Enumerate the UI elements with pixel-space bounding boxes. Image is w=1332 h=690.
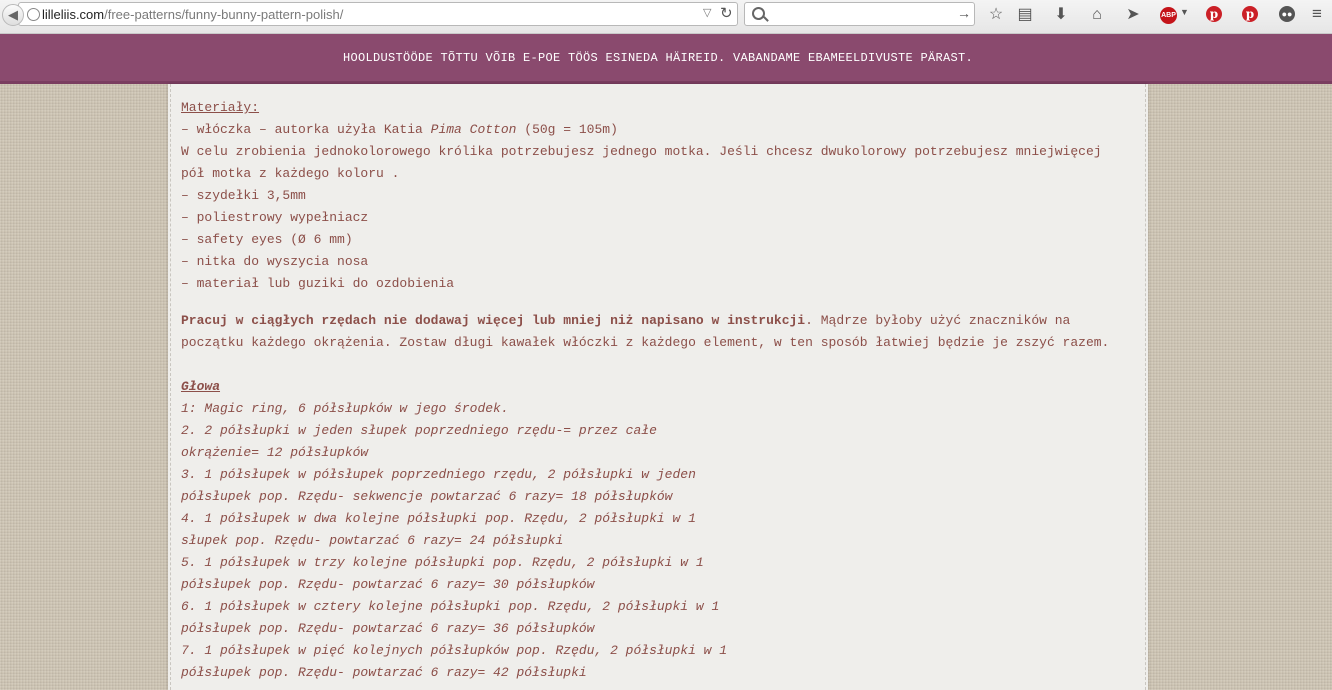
banner-text: HOOLDUSTÖÖDE TÕTTU VÕIB E-POE TÖÖS ESINE… [342,51,974,65]
head-row: okrążenie= 12 półsłupków [181,445,369,460]
site-identity-icon[interactable] [27,8,40,21]
head-row: 5. 1 półsłupek w trzy kolejne półsłupki … [181,555,704,570]
url-path: /free-patterns/funny-bunny-pattern-polis… [104,7,344,22]
head-row: 3. 1 półsłupek w półsłupek poprzedniego … [181,467,696,482]
instructions-rest: . Mądrze byłoby użyć znaczników na [805,313,1071,328]
menu-icon[interactable]: ≡ [1312,4,1322,24]
search-bar[interactable]: → [744,2,975,26]
head-row: półsłupek pop. Rzędu- powtarzać 6 razy= … [181,577,595,592]
adblock-menu-caret-icon[interactable]: ▼ [1180,7,1189,17]
url-host: lilleliis.com [42,7,105,22]
materials-item: – safety eyes (Ø 6 mm) [181,232,353,247]
downloads-icon[interactable]: ⬇ [1050,4,1072,26]
yarn-suffix: (50g = 105m) [516,122,618,137]
reading-list-icon[interactable]: ▤ [1014,4,1036,26]
materials-item: – poliestrowy wypełniacz [181,210,369,225]
head-row: półsłupek pop. Rzędu- sekwencje powtarza… [181,489,673,504]
maintenance-banner: HOOLDUSTÖÖDE TÕTTU VÕIB E-POE TÖÖS ESINE… [0,34,1332,84]
materials-item: – materiał lub guziki do ozdobienia [181,276,455,291]
materials-heading: Materiały: [181,100,260,115]
head-row: półsłupek pop. Rzędu- powtarzać 6 razy= … [181,665,587,680]
adblock-plus-icon[interactable]: ABP [1160,7,1177,24]
content-panel: Materiały: – włóczka – autorka użyła Kat… [168,84,1148,690]
reload-icon[interactable]: ↻ [720,4,733,22]
post-body: Materiały: – włóczka – autorka użyła Kat… [181,97,1139,684]
head-row: półsłupek pop. Rzędu- powtarzać 6 razy= … [181,621,595,636]
pinterest-icon[interactable]: p [1206,6,1222,22]
head-row: 4. 1 półsłupek w dwa kolejne półsłupki p… [181,511,696,526]
materials-yarn-line: – włóczka – autorka użyła Katia Pima Cot… [181,119,1139,141]
chat-icon[interactable]: ●● [1279,6,1295,22]
head-row: 7. 1 półsłupek w pięć kolejnych półsłupk… [181,643,728,658]
content-frame: Materiały: – włóczka – autorka użyła Kat… [170,84,1146,690]
materials-intro-line-2: pół motka z każdego koloru . [181,166,400,181]
back-arrow-icon: ◀ [8,7,18,22]
search-go-arrow-icon[interactable]: → [957,5,971,21]
yarn-brand: Pima Cotton [430,122,517,137]
bookmark-star-icon[interactable]: ☆ [985,4,1007,26]
instructions-line-2: początku każdego okrążenia. Zostaw długi… [181,335,1110,350]
search-icon [752,7,765,20]
url-text[interactable]: lilleliis.com/free-patterns/funny-bunny-… [42,7,343,22]
address-bar[interactable]: lilleliis.com/free-patterns/funny-bunny-… [18,2,738,26]
url-history-dropdown-icon[interactable]: ▽ [703,6,711,19]
send-icon[interactable]: ➤ [1122,4,1144,26]
home-icon[interactable]: ⌂ [1086,4,1108,26]
head-row: 2. 2 półsłupki w jeden słupek poprzednie… [181,423,657,438]
browser-toolbar: lilleliis.com/free-patterns/funny-bunny-… [0,0,1332,34]
back-button[interactable]: ◀ [2,4,24,26]
instructions-bold: Pracuj w ciągłych rzędach nie dodawaj wi… [181,313,806,328]
pinterest-icon-2[interactable]: p [1242,6,1258,22]
head-row: 1: Magic ring, 6 półsłupków w jego środe… [181,401,509,416]
yarn-prefix: – włóczka – autorka użyła Katia [181,122,431,137]
instructions-line-1: Pracuj w ciągłych rzędach nie dodawaj wi… [181,310,1139,332]
head-row: 6. 1 półsłupek w cztery kolejne półsłupk… [181,599,720,614]
head-row: słupek pop. Rzędu- powtarzać 6 razy= 24 … [181,533,564,548]
head-heading: Głowa [181,379,221,394]
materials-intro-line-1: W celu zrobienia jednokolorowego królika… [181,144,1102,159]
materials-item: – nitka do wyszycia nosa [181,254,369,269]
materials-item: – szydełki 3,5mm [181,188,306,203]
